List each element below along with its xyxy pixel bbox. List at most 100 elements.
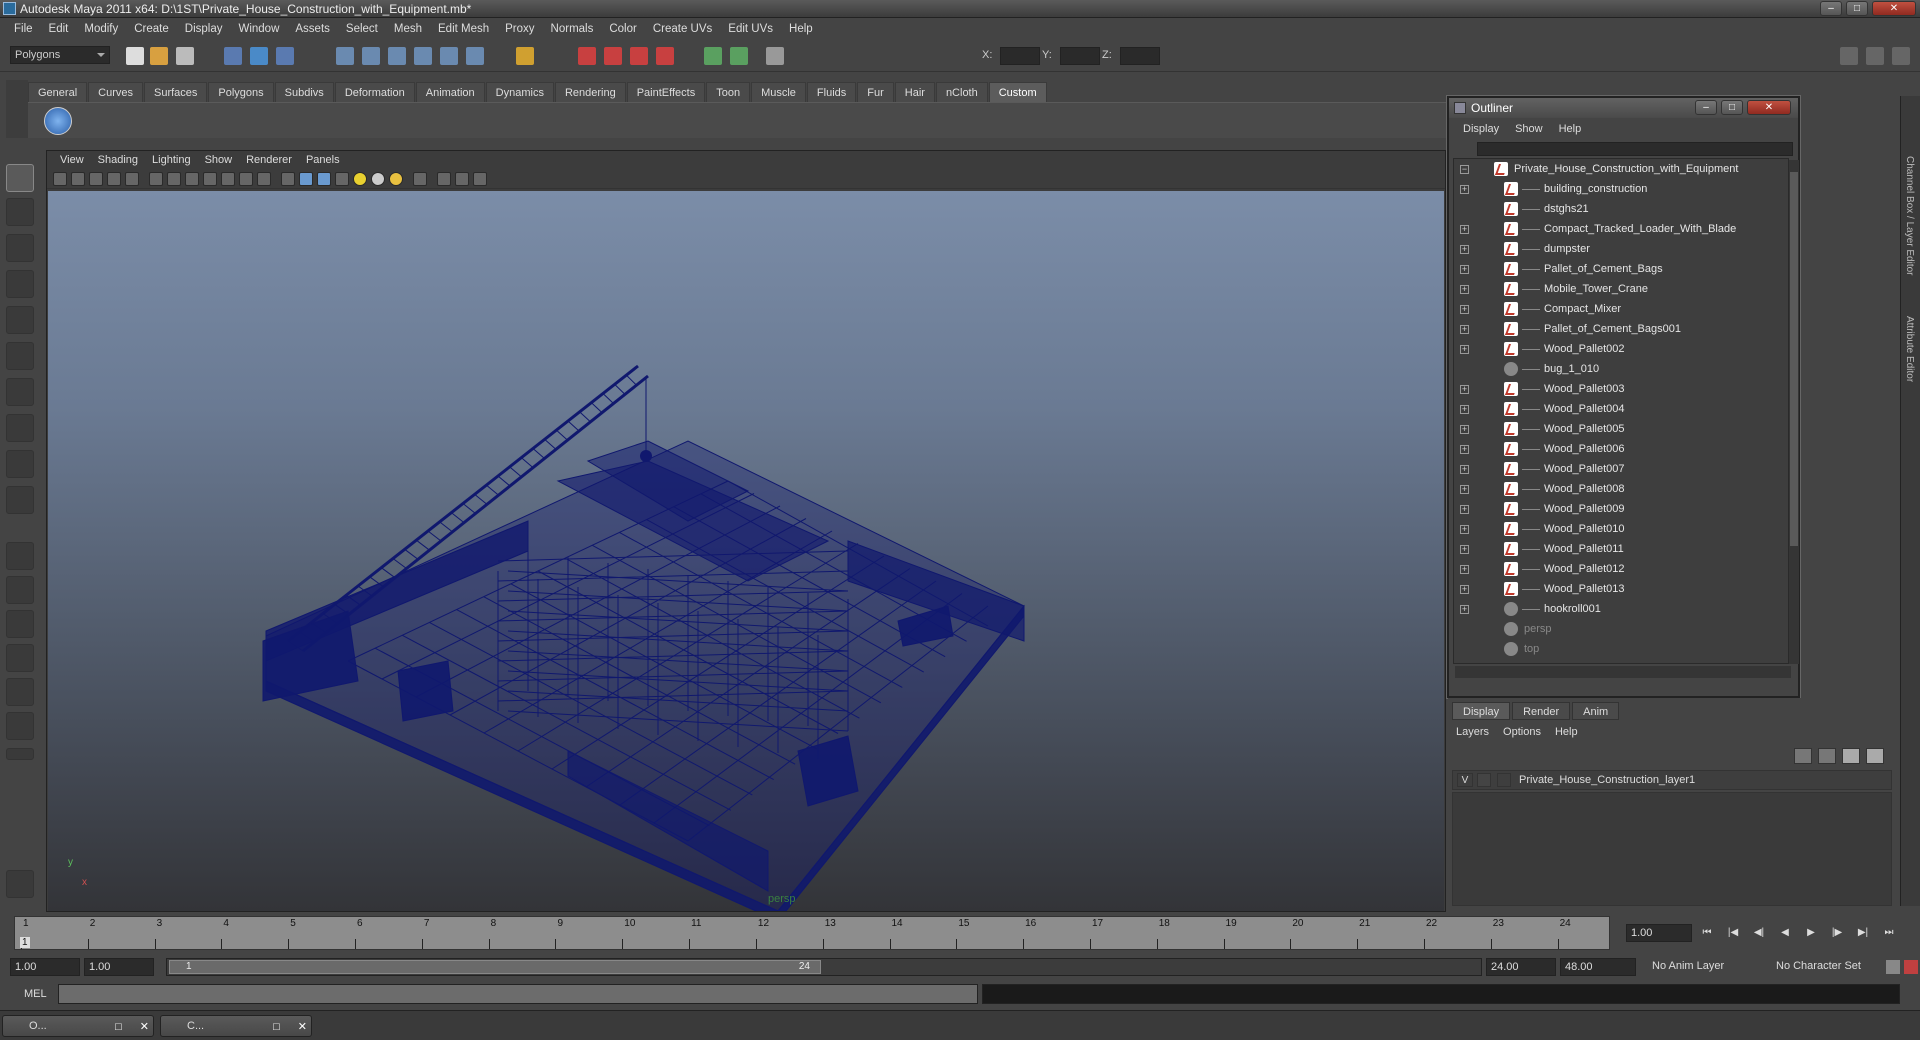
expand-icon[interactable]: + <box>1460 225 1469 234</box>
menu-color[interactable]: Color <box>601 19 644 39</box>
outliner-camera-item[interactable]: top <box>1454 639 1788 659</box>
select-hierarchy-icon[interactable] <box>224 47 242 65</box>
expand-icon[interactable]: + <box>1460 545 1469 554</box>
outliner-item[interactable]: + hookroll001 <box>1454 599 1788 619</box>
menu-mesh[interactable]: Mesh <box>386 19 430 39</box>
layer-tab-anim[interactable]: Anim <box>1572 702 1620 720</box>
play-forward-icon[interactable]: ▶ <box>1804 926 1818 940</box>
wireframe-icon[interactable] <box>281 172 295 186</box>
shelf-tab-dynamics[interactable]: Dynamics <box>485 82 554 102</box>
anim-layer-dropdown[interactable]: No Anim Layer <box>1648 958 1756 976</box>
ipr-render-icon[interactable] <box>604 47 622 65</box>
perspective-viewport[interactable]: View Shading Lighting Show Renderer Pane… <box>46 150 1446 912</box>
safe-action-icon[interactable] <box>239 172 253 186</box>
expand-icon[interactable]: + <box>1460 245 1469 254</box>
y-field[interactable] <box>1060 47 1100 65</box>
tool-options-icon[interactable] <box>6 870 34 898</box>
render-settings-icon[interactable] <box>630 47 648 65</box>
shelf-tab-surfaces[interactable]: Surfaces <box>143 82 208 102</box>
shelf-tab-deformation[interactable]: Deformation <box>334 82 415 102</box>
viewport-menu-panels[interactable]: Panels <box>299 154 347 166</box>
select-component-icon[interactable] <box>276 47 294 65</box>
layer-tab-display[interactable]: Display <box>1452 702 1511 720</box>
wire-on-shaded-icon[interactable] <box>317 172 331 186</box>
menu-edit[interactable]: Edit <box>41 19 77 39</box>
animation-end-field[interactable]: 48.00 <box>1560 958 1636 976</box>
shadows-icon[interactable] <box>389 172 403 186</box>
outliner-item[interactable]: + Wood_Pallet004 <box>1454 399 1788 419</box>
layout-hypershade-icon[interactable] <box>6 678 34 706</box>
snap-curve-icon[interactable] <box>362 47 380 65</box>
mel-input[interactable] <box>58 984 978 1004</box>
outliner-item[interactable]: + Pallet_of_Cement_Bags001 <box>1454 319 1788 339</box>
outliner-item[interactable]: + Mobile_Tower_Crane <box>1454 279 1788 299</box>
menu-create[interactable]: Create <box>126 19 177 39</box>
animation-preferences-icon[interactable] <box>1904 960 1918 974</box>
step-back-frame-icon[interactable]: ◀| <box>1752 926 1766 940</box>
minimized-channel-window[interactable]: C... □ ✕ <box>160 1015 312 1037</box>
menu-assets[interactable]: Assets <box>287 19 338 39</box>
restore-icon[interactable]: □ <box>115 1017 122 1037</box>
viewport-menu-show[interactable]: Show <box>198 154 240 166</box>
layer-menu-options[interactable]: Options <box>1503 726 1549 738</box>
shelf-tab-animation[interactable]: Animation <box>415 82 485 102</box>
menu-create-uvs[interactable]: Create UVs <box>645 19 720 39</box>
expand-icon[interactable]: + <box>1460 505 1469 514</box>
expand-icon[interactable]: + <box>1460 525 1469 534</box>
field-chart-icon[interactable] <box>221 172 235 186</box>
paint-select-tool-icon[interactable] <box>6 234 34 262</box>
menu-edit-mesh[interactable]: Edit Mesh <box>430 19 497 39</box>
shelf-tab-polygons[interactable]: Polygons <box>208 82 274 102</box>
outliner-minimize-button[interactable]: – <box>1695 100 1717 115</box>
shelf-tab-fluids[interactable]: Fluids <box>806 82 857 102</box>
layer-menu-help[interactable]: Help <box>1555 726 1586 738</box>
viewport-menu-renderer[interactable]: Renderer <box>239 154 299 166</box>
outliner-close-button[interactable]: ✕ <box>1747 100 1791 115</box>
shelf-options[interactable] <box>6 80 28 138</box>
go-to-end-icon[interactable]: ⏭ <box>1882 926 1896 940</box>
safe-title-icon[interactable] <box>257 172 271 186</box>
mel-label[interactable]: MEL <box>24 988 47 1000</box>
time-slider-bar[interactable]: 1 2 3 4 5 6 7 8 9 10 11 12 13 14 15 16 17 18 19 20 21 22 23 24 … <box>14 916 1610 950</box>
xray-joints-icon[interactable] <box>455 172 469 186</box>
snap-grid-icon[interactable] <box>336 47 354 65</box>
attribute-editor-toggle-icon[interactable] <box>1866 47 1884 65</box>
menu-set-dropdown[interactable]: Polygons <box>10 46 110 64</box>
outliner-item[interactable]: + Wood_Pallet006 <box>1454 439 1788 459</box>
outliner-item[interactable]: + Wood_Pallet007 <box>1454 459 1788 479</box>
textured-icon[interactable] <box>335 172 349 186</box>
camera-attributes-icon[interactable] <box>71 172 85 186</box>
restore-icon[interactable]: □ <box>273 1017 280 1037</box>
image-plane-icon[interactable] <box>107 172 121 186</box>
layout-more-icon[interactable] <box>6 748 34 760</box>
play-backward-icon[interactable]: ◀ <box>1778 926 1792 940</box>
render-frame-icon[interactable] <box>578 47 596 65</box>
outliner-item[interactable]: + building_construction <box>1454 179 1788 199</box>
viewport-menu-lighting[interactable]: Lighting <box>145 154 198 166</box>
save-scene-icon[interactable] <box>176 47 194 65</box>
expand-icon[interactable]: + <box>1460 585 1469 594</box>
range-slider[interactable]: 1 24 <box>166 958 1482 976</box>
expand-icon[interactable]: + <box>1460 385 1469 394</box>
camera-select-icon[interactable] <box>53 172 67 186</box>
menu-window[interactable]: Window <box>230 19 287 39</box>
show-hide-icon[interactable] <box>766 47 784 65</box>
expand-icon[interactable]: + <box>1460 565 1469 574</box>
expand-icon[interactable]: + <box>1460 445 1469 454</box>
hypershade-icon[interactable] <box>656 47 674 65</box>
shelf-tab-toon[interactable]: Toon <box>706 82 751 102</box>
all-lights-icon[interactable] <box>371 172 385 186</box>
outliner-item[interactable]: + Wood_Pallet003 <box>1454 379 1788 399</box>
move-layer-down-icon[interactable] <box>1818 748 1836 764</box>
snap-view-plane-icon[interactable] <box>414 47 432 65</box>
expand-icon[interactable]: + <box>1460 305 1469 314</box>
layer-menu-layers[interactable]: Layers <box>1456 726 1497 738</box>
close-icon[interactable]: ✕ <box>140 1017 149 1037</box>
channel-box-toggle-icon[interactable] <box>1840 47 1858 65</box>
open-scene-icon[interactable] <box>150 47 168 65</box>
outliner-filter-field[interactable] <box>1477 142 1793 156</box>
outliner-item[interactable]: + Wood_Pallet008 <box>1454 479 1788 499</box>
checkmark-shelf-icon[interactable] <box>44 107 72 135</box>
soft-mod-tool-icon[interactable] <box>6 414 34 442</box>
outliner-item[interactable]: + Compact_Mixer <box>1454 299 1788 319</box>
